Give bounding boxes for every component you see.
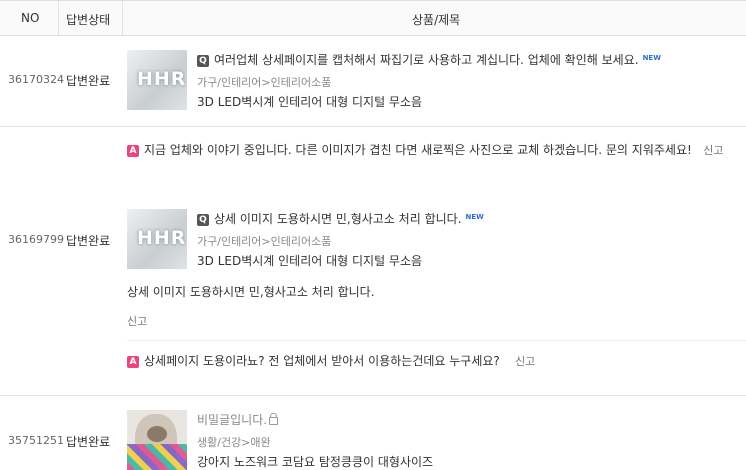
report-link[interactable]: 신고 [515, 355, 535, 368]
question-text[interactable]: 상세 이미지 도용하시면 민,형사고소 처리 합니다. [214, 212, 462, 226]
question-body: 상세 이미지 도용하시면 민,형사고소 처리 합니다. [127, 285, 375, 299]
question-text[interactable]: 비밀글입니다. [197, 413, 267, 427]
product-category: 가구/인테리어>인테리어소품 [197, 76, 332, 89]
new-badge: NEW [642, 54, 661, 62]
led-clock-image: HHR [137, 227, 187, 249]
product-thumbnail[interactable]: HHR [127, 50, 187, 110]
answer-block: A 지금 업체와 이야기 중입니다. 다른 이미지가 겹친 다면 새로찍은 사진으… [127, 141, 727, 160]
lock-icon [269, 413, 279, 425]
answer-status: 답변완료 [66, 435, 111, 449]
answer-block: A 상세페이지 도용이라뇨? 전 업체에서 받아서 이용하는건데요 누구세요? 신… [127, 352, 727, 371]
question-title[interactable]: Q 여러업체 상세페이지를 캡처해서 짜집기로 사용하고 계십니다. 업체에 확인… [197, 51, 661, 68]
report-link[interactable]: 신고 [127, 313, 147, 329]
answer-status: 답변완료 [66, 74, 111, 88]
dog-image [147, 426, 167, 442]
answer-badge: A [127, 356, 139, 368]
question-title[interactable]: Q 상세 이미지 도용하시면 민,형사고소 처리 합니다. NEW [197, 210, 484, 227]
header-status: 답변상태 [66, 13, 111, 27]
answer-status: 답변완료 [66, 234, 111, 248]
header-title: 상품/제목 [412, 13, 461, 27]
product-thumbnail[interactable] [127, 410, 187, 470]
question-badge: Q [197, 55, 209, 67]
led-clock-image: HHR [137, 68, 187, 90]
header-divider [122, 1, 123, 35]
product-category: 생활/건강>애완 [197, 436, 271, 449]
row-number: 36170324 [8, 73, 64, 86]
qa-table: NO 답변상태 상품/제목 36170324 답변완료 HHR Q 여러업체 상세… [0, 0, 746, 470]
new-badge: NEW [465, 213, 484, 221]
report-link[interactable]: 신고 [703, 144, 723, 157]
question-badge: Q [197, 214, 209, 226]
answer-text: 지금 업체와 이야기 중입니다. 다른 이미지가 겹친 다면 새로찍은 사진으로… [144, 143, 692, 157]
product-category: 가구/인테리어>인테리어소품 [197, 235, 332, 248]
row-divider [0, 126, 746, 127]
header-no: NO [21, 11, 40, 25]
question-title[interactable]: 비밀글입니다. [197, 411, 279, 428]
product-name[interactable]: 3D LED벽시계 인테리어 대형 디지털 무소음 [197, 252, 422, 269]
answer-text: 상세페이지 도용이라뇨? 전 업체에서 받아서 이용하는건데요 누구세요? [144, 354, 500, 368]
answer-divider [127, 340, 746, 341]
product-name[interactable]: 3D LED벽시계 인테리어 대형 디지털 무소음 [197, 93, 422, 110]
row-number: 36169799 [8, 233, 64, 246]
row-divider [0, 395, 746, 396]
header-divider [58, 1, 59, 35]
table-header: NO 답변상태 상품/제목 [0, 0, 746, 36]
question-text[interactable]: 여러업체 상세페이지를 캡처해서 짜집기로 사용하고 계십니다. 업체에 확인해… [214, 53, 639, 67]
product-name[interactable]: 강아지 노즈워크 코담요 탐정킁킁이 대형사이즈 [197, 453, 433, 470]
snuffle-mat-image [127, 444, 187, 470]
row-number: 35751251 [8, 434, 64, 447]
answer-badge: A [127, 145, 139, 157]
product-thumbnail[interactable]: HHR [127, 209, 187, 269]
